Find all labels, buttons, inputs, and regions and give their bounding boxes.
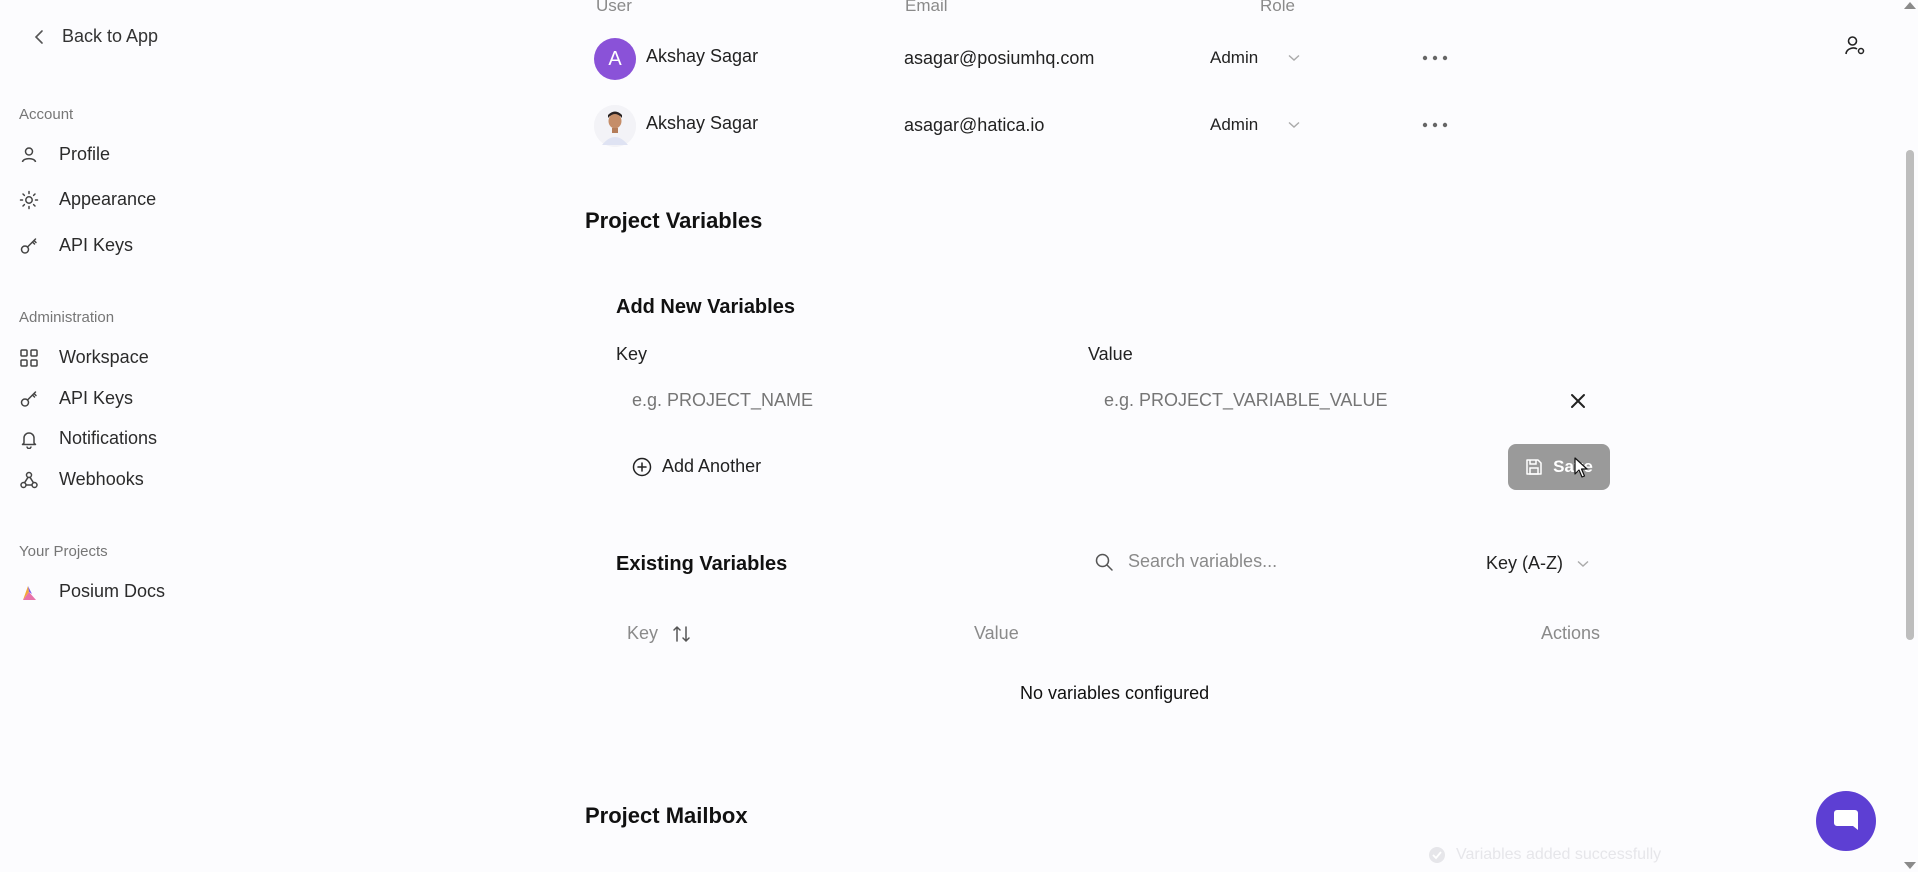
scroll-up-arrow-icon[interactable] bbox=[1904, 2, 1916, 9]
chevron-down-icon bbox=[1288, 121, 1300, 128]
section-label-administration: Administration bbox=[19, 309, 115, 326]
chevron-down-icon bbox=[1288, 54, 1300, 61]
users-column-header-user: User bbox=[596, 0, 632, 15]
sidebar-item-label: Posium Docs bbox=[59, 581, 166, 601]
save-button[interactable]: Save bbox=[1508, 444, 1610, 490]
users-column-header-role: Role bbox=[1260, 0, 1295, 15]
role-value: Admin bbox=[1210, 48, 1259, 67]
sort-arrows-icon bbox=[673, 625, 690, 642]
section-label-your-projects: Your Projects bbox=[19, 543, 108, 560]
mouse-cursor-icon bbox=[1574, 457, 1588, 478]
search-icon bbox=[1095, 553, 1113, 571]
user-name: Akshay Sagar bbox=[646, 113, 759, 133]
back-to-app-label: Back to App bbox=[62, 26, 159, 46]
column-header-key-label: Key bbox=[627, 623, 659, 643]
project-mailbox-title: Project Mailbox bbox=[585, 803, 748, 828]
sidebar-item-appearance[interactable]: Appearance bbox=[19, 189, 156, 210]
sort-value: Key (A-Z) bbox=[1486, 553, 1564, 573]
sidebar-item-profile[interactable]: Profile bbox=[19, 144, 110, 165]
plus-circle-icon bbox=[632, 457, 652, 476]
success-toast: Variables added successfully bbox=[1428, 846, 1661, 864]
avatar: A bbox=[594, 38, 636, 80]
empty-state-message: No variables configured bbox=[1020, 683, 1210, 703]
existing-variables-title: Existing Variables bbox=[616, 553, 788, 575]
scrollbar-thumb[interactable] bbox=[1906, 150, 1914, 640]
check-circle-icon bbox=[1429, 847, 1445, 863]
key-icon bbox=[20, 390, 37, 407]
value-label: Value bbox=[1088, 344, 1133, 364]
role-select[interactable]: Admin bbox=[1210, 48, 1300, 68]
settings-main-content: User Email Role A Akshay Sagar asagar@po… bbox=[570, 0, 1610, 872]
add-new-variables-title: Add New Variables bbox=[616, 296, 795, 318]
bell-icon bbox=[21, 431, 37, 449]
posium-logo-icon bbox=[23, 585, 36, 600]
avatar bbox=[594, 105, 636, 147]
more-options-icon[interactable] bbox=[1420, 115, 1450, 135]
chat-bubble-icon bbox=[1834, 810, 1858, 830]
scroll-down-arrow-icon[interactable] bbox=[1904, 862, 1916, 869]
section-label-account: Account bbox=[19, 106, 74, 123]
role-select[interactable]: Admin bbox=[1210, 115, 1300, 135]
sidebar-item-label: API Keys bbox=[59, 235, 134, 255]
sidebar-item-webhooks[interactable]: Webhooks bbox=[19, 469, 144, 490]
user-photo-icon bbox=[594, 105, 636, 147]
sidebar-item-label: API Keys bbox=[59, 388, 134, 408]
sidebar-item-workspace[interactable]: Workspace bbox=[19, 347, 149, 368]
chevron-left-icon bbox=[34, 29, 43, 44]
settings-sidebar: Back to App Account Profile Appearance A… bbox=[0, 0, 560, 872]
webhook-icon bbox=[20, 471, 38, 488]
add-another-button[interactable]: Add Another bbox=[632, 456, 761, 477]
save-icon bbox=[1526, 459, 1542, 475]
sidebar-item-posium-docs[interactable]: Posium Docs bbox=[19, 581, 165, 602]
sidebar-item-account-api-keys[interactable]: API Keys bbox=[19, 235, 133, 256]
sidebar-item-label: Workspace bbox=[59, 347, 149, 367]
sidebar-item-label: Profile bbox=[59, 144, 111, 164]
variable-value-input[interactable] bbox=[1104, 390, 1544, 411]
column-header-actions: Actions bbox=[1541, 623, 1601, 643]
table-row: A Akshay Sagar asagar@posiumhq.com Admin bbox=[594, 38, 1594, 82]
user-icon bbox=[21, 146, 37, 162]
key-label: Key bbox=[616, 344, 648, 364]
variable-key-input[interactable] bbox=[632, 390, 1052, 411]
user-email: asagar@posiumhq.com bbox=[904, 48, 1095, 68]
user-settings-icon[interactable] bbox=[1844, 34, 1866, 56]
more-options-icon[interactable] bbox=[1420, 48, 1450, 68]
sidebar-item-label: Webhooks bbox=[59, 469, 144, 489]
search-input[interactable] bbox=[1128, 551, 1388, 572]
toast-message: Variables added successfully bbox=[1456, 846, 1662, 863]
role-value: Admin bbox=[1210, 115, 1259, 134]
project-variables-title: Project Variables bbox=[585, 208, 763, 233]
sidebar-item-admin-api-keys[interactable]: API Keys bbox=[19, 388, 133, 409]
sidebar-item-label: Notifications bbox=[59, 428, 158, 448]
column-header-value: Value bbox=[974, 623, 1019, 643]
remove-variable-icon[interactable] bbox=[1568, 391, 1588, 411]
user-name: Akshay Sagar bbox=[646, 46, 759, 66]
chevron-down-icon bbox=[1577, 560, 1589, 567]
users-column-header-email: Email bbox=[905, 0, 948, 15]
column-header-key[interactable]: Key bbox=[627, 623, 692, 644]
sidebar-item-label: Appearance bbox=[59, 189, 157, 209]
key-icon bbox=[20, 237, 37, 254]
table-row: Akshay Sagar asagar@hatica.io Admin bbox=[594, 105, 1594, 149]
back-to-app-link[interactable]: Back to App bbox=[34, 26, 158, 47]
chat-support-button[interactable] bbox=[1816, 791, 1876, 851]
search-variables bbox=[1094, 551, 1388, 572]
add-another-label: Add Another bbox=[662, 456, 762, 476]
sidebar-item-notifications[interactable]: Notifications bbox=[19, 428, 157, 449]
sun-icon bbox=[19, 190, 39, 209]
grid-icon bbox=[20, 348, 38, 367]
sort-select[interactable]: Key (A-Z) bbox=[1486, 553, 1589, 574]
user-email: asagar@hatica.io bbox=[904, 115, 1045, 135]
